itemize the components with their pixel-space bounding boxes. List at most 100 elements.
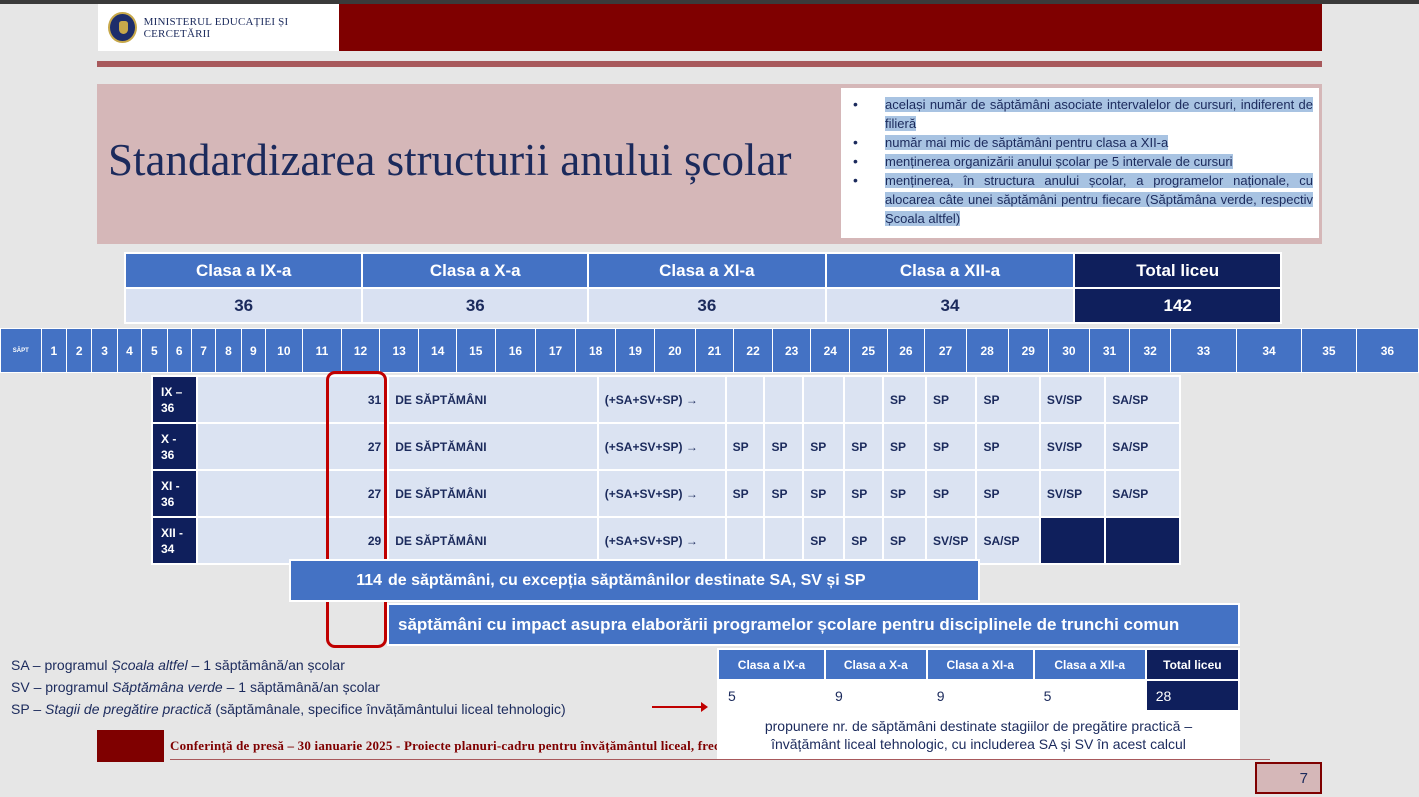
week-number: 15 bbox=[456, 328, 496, 373]
week-number: 1 bbox=[40, 328, 68, 373]
sp-value: 5 bbox=[1032, 679, 1147, 712]
weeks-exception-bar: 114 de săptămâni, cu excepția săptămânil… bbox=[289, 559, 980, 602]
summary-value: 36 bbox=[587, 287, 827, 324]
grid-cell: SV/SP bbox=[1038, 422, 1107, 471]
grid-cell: SP bbox=[724, 422, 766, 471]
sp-header: Clasa a XII-a bbox=[1032, 648, 1147, 681]
week-number: 32 bbox=[1129, 328, 1171, 373]
week-number: 7 bbox=[190, 328, 217, 373]
grid-cell: SV/SP bbox=[1038, 469, 1107, 518]
grid-cell: SP bbox=[843, 516, 885, 565]
sp-value: 9 bbox=[925, 679, 1035, 712]
week-number: 9 bbox=[240, 328, 267, 373]
header-divider bbox=[97, 61, 1322, 67]
summary-header: Clasa a XII-a bbox=[824, 252, 1076, 289]
grid-row-label: X - 36 bbox=[151, 422, 198, 471]
week-number: 24 bbox=[810, 328, 851, 373]
week-number: 27 bbox=[924, 328, 967, 373]
summary-header: Clasa a IX-a bbox=[123, 252, 364, 289]
bullet-item: același număr de săptămâni asociate inte… bbox=[853, 95, 1313, 133]
sp-header: Clasa a IX-a bbox=[717, 648, 826, 681]
sp-value-total: 28 bbox=[1144, 679, 1241, 712]
grid-cell: SV/SP bbox=[1038, 375, 1107, 424]
grid-row: X - 36 27 DE SĂPTĂMÂNI (+SA+SV+SP) → SP SP SP S… bbox=[151, 422, 1181, 471]
grid-row-formula: (+SA+SV+SP) → bbox=[596, 375, 727, 424]
grid-cell: SP bbox=[882, 375, 927, 424]
grid-row-text: DE SĂPTĂMÂNI bbox=[387, 422, 599, 471]
summary-header: Clasa a XI-a bbox=[587, 252, 827, 289]
week-number: 19 bbox=[615, 328, 656, 373]
week-number: 4 bbox=[116, 328, 143, 373]
summary-header-total: Total liceu bbox=[1073, 252, 1282, 289]
grid-cell: SA/SP bbox=[1104, 469, 1181, 518]
grid-cell: SP bbox=[882, 516, 927, 565]
grid-row-label: XI - 36 bbox=[151, 469, 198, 518]
grid-cell bbox=[724, 375, 766, 424]
grid-cell: SP bbox=[975, 375, 1041, 424]
bullet-panel: același număr de săptămâni asociate inte… bbox=[841, 88, 1319, 238]
week-number: 13 bbox=[378, 328, 420, 373]
footer-divider bbox=[170, 759, 1270, 760]
grid-row-text: DE SĂPTĂMÂNI bbox=[387, 469, 599, 518]
grid-cell: SP bbox=[924, 469, 978, 518]
week-number: 31 bbox=[1088, 328, 1131, 373]
grid-cell: SP bbox=[724, 469, 766, 518]
legend-sa: SA – programul Școala altfel – 1 săptămâ… bbox=[11, 657, 345, 673]
highlight-frame bbox=[326, 371, 387, 648]
grid-cell: SP bbox=[802, 516, 846, 565]
grid-row-label: IX – 36 bbox=[151, 375, 198, 424]
total-weeks-count: 114 bbox=[356, 571, 382, 589]
grid-cell: SV/SP bbox=[924, 516, 978, 565]
week-number: 28 bbox=[965, 328, 1009, 373]
sp-value: 5 bbox=[717, 679, 826, 712]
bullet-item: număr mai mic de săptămâni pentru clasa … bbox=[853, 133, 1313, 152]
sp-header: Clasa a XI-a bbox=[925, 648, 1035, 681]
impact-bar: săptămâni cu impact asupra elaborării pr… bbox=[387, 603, 1240, 646]
coat-of-arms-icon bbox=[108, 12, 137, 43]
grid-row-formula: (+SA+SV+SP) → bbox=[596, 516, 727, 565]
grid-cell: SP bbox=[802, 422, 846, 471]
bullet-item: menținerea, în structura anului școlar, … bbox=[853, 171, 1313, 228]
grid-cell: SP bbox=[924, 422, 978, 471]
grid-cell bbox=[763, 516, 805, 565]
sp-header: Clasa a X-a bbox=[823, 648, 928, 681]
legend-sv: SV – programul Săptămâna verde – 1 săptă… bbox=[11, 679, 380, 695]
grid-cell bbox=[1104, 516, 1181, 565]
week-number: 33 bbox=[1169, 328, 1238, 373]
week-number: 23 bbox=[771, 328, 812, 373]
legend: SA – programul Școala altfel – 1 săptămâ… bbox=[11, 654, 566, 720]
grid-cell: SP bbox=[975, 422, 1041, 471]
page-number: 7 bbox=[1255, 762, 1322, 794]
weeks-label: SĂPT bbox=[0, 328, 42, 373]
sp-table: Clasa a IX-a Clasa a X-a Clasa a XI-a Cl… bbox=[717, 648, 1241, 760]
week-number: 17 bbox=[535, 328, 576, 373]
grid-cell bbox=[843, 375, 885, 424]
slide-title: Standardizarea structurii anului școlar bbox=[108, 135, 792, 185]
week-number: 26 bbox=[886, 328, 926, 373]
grid-row-formula: (+SA+SV+SP) → bbox=[596, 469, 727, 518]
grid-cell: SA/SP bbox=[975, 516, 1041, 565]
grid-cell: SP bbox=[924, 375, 978, 424]
grid-cell bbox=[1038, 516, 1107, 565]
grid-row-formula: (+SA+SV+SP) → bbox=[596, 422, 727, 471]
grid-cell: SP bbox=[843, 422, 885, 471]
footer-red-block bbox=[97, 730, 164, 762]
bullet-item: menținerea organizării anului școlar pe … bbox=[853, 152, 1313, 171]
grid-cell: SP bbox=[802, 469, 846, 518]
week-number: 30 bbox=[1048, 328, 1090, 373]
grid-cell: SP bbox=[882, 422, 927, 471]
grid-cell: SA/SP bbox=[1104, 422, 1181, 471]
grid-row-label: XII - 34 bbox=[151, 516, 198, 565]
grid-cell: SA/SP bbox=[1104, 375, 1181, 424]
week-number: 18 bbox=[574, 328, 617, 373]
grid-cell: SP bbox=[763, 422, 805, 471]
week-number: 8 bbox=[215, 328, 242, 373]
grid-cell: SP bbox=[763, 469, 805, 518]
week-number: 29 bbox=[1007, 328, 1050, 373]
sp-note: propunere nr. de săptămâni destinate sta… bbox=[717, 710, 1240, 760]
grid-row-text: DE SĂPTĂMÂNI bbox=[387, 516, 599, 565]
week-number: 21 bbox=[694, 328, 735, 373]
weeks-grid: IX – 36 31 DE SĂPTĂMÂNI (+SA+SV+SP) → SP SP SP… bbox=[151, 375, 1181, 565]
summary-value: 34 bbox=[824, 287, 1076, 324]
grid-row-text: DE SĂPTĂMÂNI bbox=[387, 375, 599, 424]
